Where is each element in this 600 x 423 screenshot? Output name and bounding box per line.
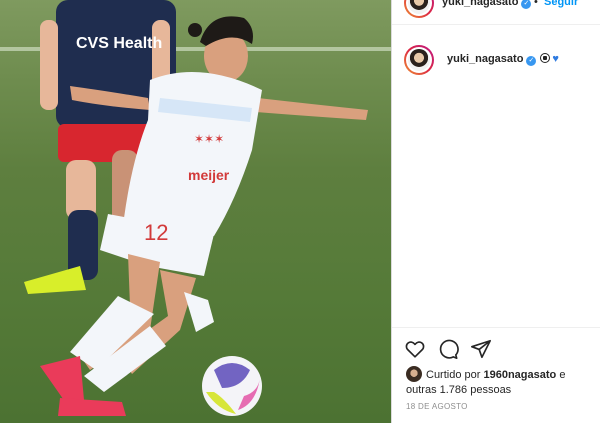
share-button[interactable] xyxy=(470,338,492,360)
author-avatar[interactable] xyxy=(404,0,434,18)
caption-row: yuki_nagasato ✓ ♥ xyxy=(392,45,600,79)
soccer-ball-emoji-icon xyxy=(540,53,551,63)
soccer-scene: CVS Health ✶✶✶ meijer 12 xyxy=(24,0,368,416)
blue-heart-emoji-icon: ♥ xyxy=(552,53,559,65)
send-icon xyxy=(471,339,491,359)
post-side-panel: yuki_nagasato ✓ • Seguir yuki_nagasato ✓ ♥ … xyxy=(391,0,600,423)
divider xyxy=(392,327,600,328)
caption-avatar[interactable] xyxy=(404,45,434,75)
like-button[interactable] xyxy=(404,338,426,360)
heart-icon xyxy=(405,341,425,358)
post-date[interactable]: 18 DE AGOSTO xyxy=(406,402,468,411)
verified-badge-icon: ✓ xyxy=(526,56,537,66)
separator-dot: • xyxy=(534,0,538,8)
comment-icon xyxy=(439,339,459,359)
verified-badge-icon: ✓ xyxy=(521,0,532,9)
liker-username[interactable]: 1960nagasato xyxy=(483,369,556,381)
post-header: yuki_nagasato ✓ • Seguir xyxy=(392,0,600,25)
sponsor-text: CVS Health xyxy=(76,35,162,52)
author-username[interactable]: yuki_nagasato ✓ xyxy=(442,0,532,9)
jersey-number: 12 xyxy=(144,220,168,245)
follow-button[interactable]: Seguir xyxy=(544,0,578,8)
post-photo[interactable]: CVS Health ✶✶✶ meijer 12 xyxy=(0,0,391,423)
comment-button[interactable] xyxy=(437,338,459,360)
likes-summary: Curtido por 1960nagasato e outras 1.786 … xyxy=(406,366,596,398)
jersey-sponsor: meijer xyxy=(188,167,230,183)
svg-text:✶✶✶: ✶✶✶ xyxy=(194,132,224,146)
others-link[interactable]: outras 1.786 pessoas xyxy=(406,384,511,396)
caption-username[interactable]: yuki_nagasato ✓ ♥ xyxy=(447,53,559,66)
liker-avatar[interactable] xyxy=(406,366,422,382)
soccer-ball-photo xyxy=(202,356,262,416)
